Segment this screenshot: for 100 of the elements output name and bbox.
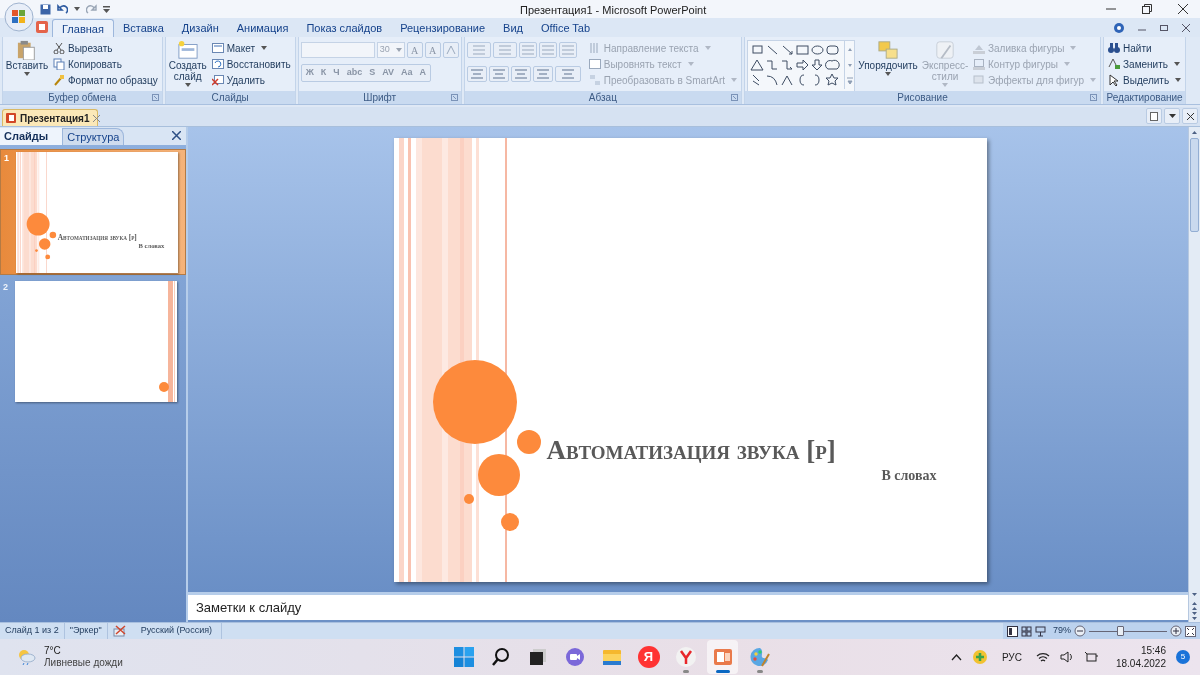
tray-app-icon[interactable]	[971, 649, 988, 665]
ribbon-button[interactable]: Копировать	[51, 56, 124, 72]
ribbon-tab[interactable]: Дизайн	[172, 19, 228, 37]
ribbon-tab[interactable]: Главная	[52, 19, 114, 37]
undo-icon[interactable]	[57, 3, 68, 15]
clock-time[interactable]: 15:46	[1140, 644, 1166, 657]
fit-to-window-icon[interactable]	[1185, 625, 1196, 637]
volume-icon[interactable]	[1059, 651, 1074, 663]
caret-icon	[395, 48, 402, 52]
ribbon-button[interactable]: Вырезать	[51, 40, 115, 56]
close-tab-button[interactable]	[1182, 108, 1198, 124]
battery-icon[interactable]	[1083, 651, 1098, 663]
shapes-gallery[interactable]	[747, 40, 855, 92]
powerpoint-icon[interactable]	[711, 647, 734, 667]
reset-icon	[211, 58, 224, 70]
clock-date[interactable]: 18.04.2022	[1115, 657, 1166, 670]
chevron-up-icon[interactable]	[950, 653, 962, 661]
search-icon[interactable]	[490, 647, 511, 667]
slider-thumb[interactable]	[1117, 625, 1125, 636]
normal-view-icon[interactable]	[1007, 625, 1018, 637]
close-icon[interactable]	[1182, 24, 1190, 32]
text-direction-icon	[588, 42, 601, 54]
ribbon-button[interactable]: Формат по образцу	[51, 72, 160, 88]
dialog-launcher-icon[interactable]	[1090, 94, 1098, 101]
status-text: Русский (Россия)	[140, 624, 213, 638]
vertical-scrollbar[interactable]	[1188, 127, 1200, 622]
office-tab-icon[interactable]	[36, 21, 48, 33]
zoom-level[interactable]: 79%	[1053, 624, 1071, 638]
slideshow-icon[interactable]	[1035, 625, 1046, 637]
ribbon-tab[interactable]: Анимация	[227, 19, 298, 37]
line-spacing-icon	[561, 45, 574, 55]
ribbon-tab[interactable]: Показ слайдов	[297, 19, 392, 37]
close-icon[interactable]	[1178, 4, 1188, 14]
status-text: "Эркер"	[69, 624, 102, 638]
ribbon-button[interactable]: Вставить	[5, 40, 49, 76]
ribbon-button[interactable]: Найти	[1106, 40, 1154, 56]
yandex-app-icon[interactable]: Я	[637, 646, 660, 668]
customize-icon[interactable]	[103, 5, 110, 13]
task-view-icon[interactable]	[528, 648, 547, 666]
pane-tab[interactable]: Слайды	[0, 128, 63, 145]
restore-icon[interactable]	[1160, 24, 1168, 32]
weather-condition: Ливневые дожди	[44, 657, 123, 669]
redo-icon[interactable]	[86, 3, 97, 15]
dialog-launcher-icon[interactable]	[151, 94, 159, 101]
restore-icon[interactable]	[1142, 4, 1152, 14]
ribbon-tab[interactable]: Рецензирование	[391, 19, 495, 37]
layout-icon	[211, 42, 224, 54]
previous-slide-icon[interactable]	[1189, 600, 1200, 611]
font-name-field[interactable]	[300, 42, 375, 58]
help-icon[interactable]	[1114, 23, 1124, 33]
notes-field[interactable]: Заметки к слайду	[188, 592, 1188, 620]
folder-icon[interactable]	[601, 648, 622, 666]
running-indicator	[715, 670, 730, 673]
ribbon-tab[interactable]: Вид	[494, 19, 532, 37]
ribbon-button[interactable]: Создать слайд	[167, 40, 208, 87]
new-tab-button[interactable]	[1146, 108, 1162, 124]
caret-icon	[74, 7, 80, 11]
wifi-icon[interactable]	[1035, 651, 1050, 663]
effects-icon	[973, 74, 985, 86]
taskbar-button[interactable]: Я	[633, 640, 664, 674]
document-tab[interactable]: Презентация1	[2, 109, 98, 126]
sorter-view-icon[interactable]	[1021, 625, 1032, 637]
slide-thumbnail[interactable]	[15, 281, 177, 402]
ribbon-button[interactable]: Удалить	[209, 72, 267, 88]
ribbon-tab[interactable]: Вставка	[113, 19, 173, 37]
caret-icon	[184, 83, 191, 87]
pane-tab[interactable]: Структура	[62, 128, 125, 145]
caret-icon	[942, 83, 948, 87]
ribbon-button[interactable]: Упорядочить	[857, 40, 919, 76]
tab-list-button[interactable]	[1164, 108, 1180, 124]
video-chat-icon[interactable]	[564, 647, 585, 667]
close-icon	[1186, 112, 1194, 120]
outline-icon	[973, 58, 985, 70]
browser-icon[interactable]	[674, 646, 697, 668]
palette-icon[interactable]	[748, 646, 771, 668]
ribbon-button[interactable]: Восстановить	[209, 56, 293, 72]
ribbon-button[interactable]: Макет	[209, 40, 269, 56]
scrollbar-thumb[interactable]	[1190, 138, 1199, 232]
group-label: Рисование	[897, 91, 948, 104]
window-title: Презентация1 - Microsoft PowerPoint	[520, 3, 707, 18]
delete-slide-icon	[211, 74, 224, 86]
dialog-launcher-icon[interactable]	[450, 94, 458, 101]
language-indicator[interactable]: РУС	[1001, 649, 1022, 665]
ribbon-tab[interactable]: Office Tab	[532, 19, 600, 37]
slide-title: Автоматизация звука [р]	[546, 433, 836, 467]
spelling-icon[interactable]	[112, 625, 127, 637]
caret-icon	[704, 46, 711, 50]
new-slide-icon	[175, 40, 200, 60]
save-icon[interactable]	[40, 3, 51, 15]
zoom-out-icon[interactable]	[1074, 625, 1086, 637]
close-icon[interactable]	[172, 131, 181, 140]
group-label: Редактирование	[1106, 91, 1183, 104]
notification-badge[interactable]: 5	[1176, 650, 1190, 664]
ribbon-button[interactable]: Заменить	[1106, 56, 1182, 72]
slide-number: 2	[3, 281, 9, 294]
zoom-in-icon[interactable]	[1170, 625, 1182, 637]
start-icon[interactable]	[453, 647, 474, 667]
dialog-launcher-icon[interactable]	[731, 94, 738, 101]
copy-icon	[53, 58, 65, 70]
ribbon-button[interactable]: Выделить	[1106, 72, 1184, 88]
